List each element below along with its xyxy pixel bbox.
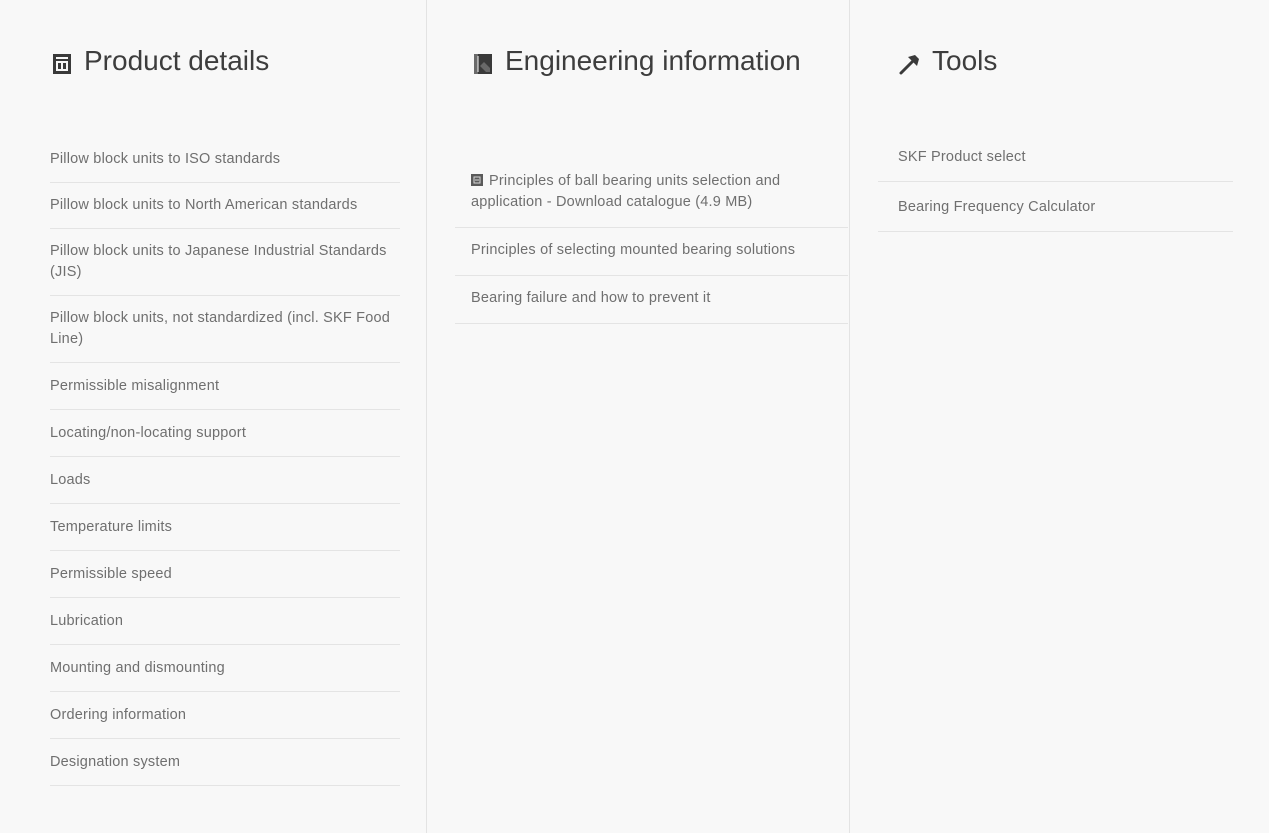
ball-bearing-catalogue-label: Principles of ball bearing units selecti… xyxy=(471,173,781,210)
list-item-locating-support[interactable]: Locating/non-locating support xyxy=(50,410,400,457)
product-details-title: Product details xyxy=(84,45,270,76)
tools-title: Tools xyxy=(932,45,998,76)
engineering-information-list: Principles of ball bearing units selecti… xyxy=(455,159,848,324)
list-item-ordering-information[interactable]: Ordering information xyxy=(50,692,400,739)
engineering-book-icon xyxy=(474,54,492,74)
engineering-information-header: Engineering information xyxy=(471,46,849,118)
product-details-column: Product details Pillow block units to IS… xyxy=(0,0,427,833)
engineering-information-column: Engineering information Principles of ba… xyxy=(427,0,850,833)
product-details-list: Pillow block units to ISO standards Pill… xyxy=(50,136,400,786)
list-item-bearing-failure[interactable]: Bearing failure and how to prevent it xyxy=(455,276,848,324)
list-item-loads[interactable]: Loads xyxy=(50,457,400,504)
list-item-bearing-frequency-calculator[interactable]: Bearing Frequency Calculator xyxy=(878,182,1233,232)
list-item-north-american-standards[interactable]: Pillow block units to North American sta… xyxy=(50,183,400,229)
tools-column: Tools SKF Product select Bearing Frequen… xyxy=(850,0,1269,833)
product-sheet-icon xyxy=(53,54,71,74)
list-item-ball-bearing-catalogue[interactable]: Principles of ball bearing units selecti… xyxy=(455,159,848,228)
engineering-information-title: Engineering information xyxy=(505,45,801,76)
list-item-temperature-limits[interactable]: Temperature limits xyxy=(50,504,400,551)
list-item-permissible-misalignment[interactable]: Permissible misalignment xyxy=(50,363,400,410)
list-item-designation-system[interactable]: Designation system xyxy=(50,739,400,786)
list-item-mounting-dismounting[interactable]: Mounting and dismounting xyxy=(50,645,400,692)
list-item-permissible-speed[interactable]: Permissible speed xyxy=(50,551,400,598)
pdf-document-icon xyxy=(471,174,483,186)
tools-hammer-icon xyxy=(899,55,919,75)
list-item-jis-standards[interactable]: Pillow block units to Japanese Industria… xyxy=(50,229,400,296)
list-item-not-standardized[interactable]: Pillow block units, not standardized (in… xyxy=(50,296,400,363)
tools-list: SKF Product select Bearing Frequency Cal… xyxy=(878,132,1233,232)
list-item-iso-standards[interactable]: Pillow block units to ISO standards xyxy=(50,136,400,183)
three-column-links-panel: Product details Pillow block units to IS… xyxy=(0,0,1269,833)
product-details-header: Product details xyxy=(50,46,426,118)
list-item-lubrication[interactable]: Lubrication xyxy=(50,598,400,645)
tools-header: Tools xyxy=(898,46,1269,118)
list-item-selecting-mounted-bearings[interactable]: Principles of selecting mounted bearing … xyxy=(455,228,848,276)
list-item-skf-product-select[interactable]: SKF Product select xyxy=(878,132,1233,182)
